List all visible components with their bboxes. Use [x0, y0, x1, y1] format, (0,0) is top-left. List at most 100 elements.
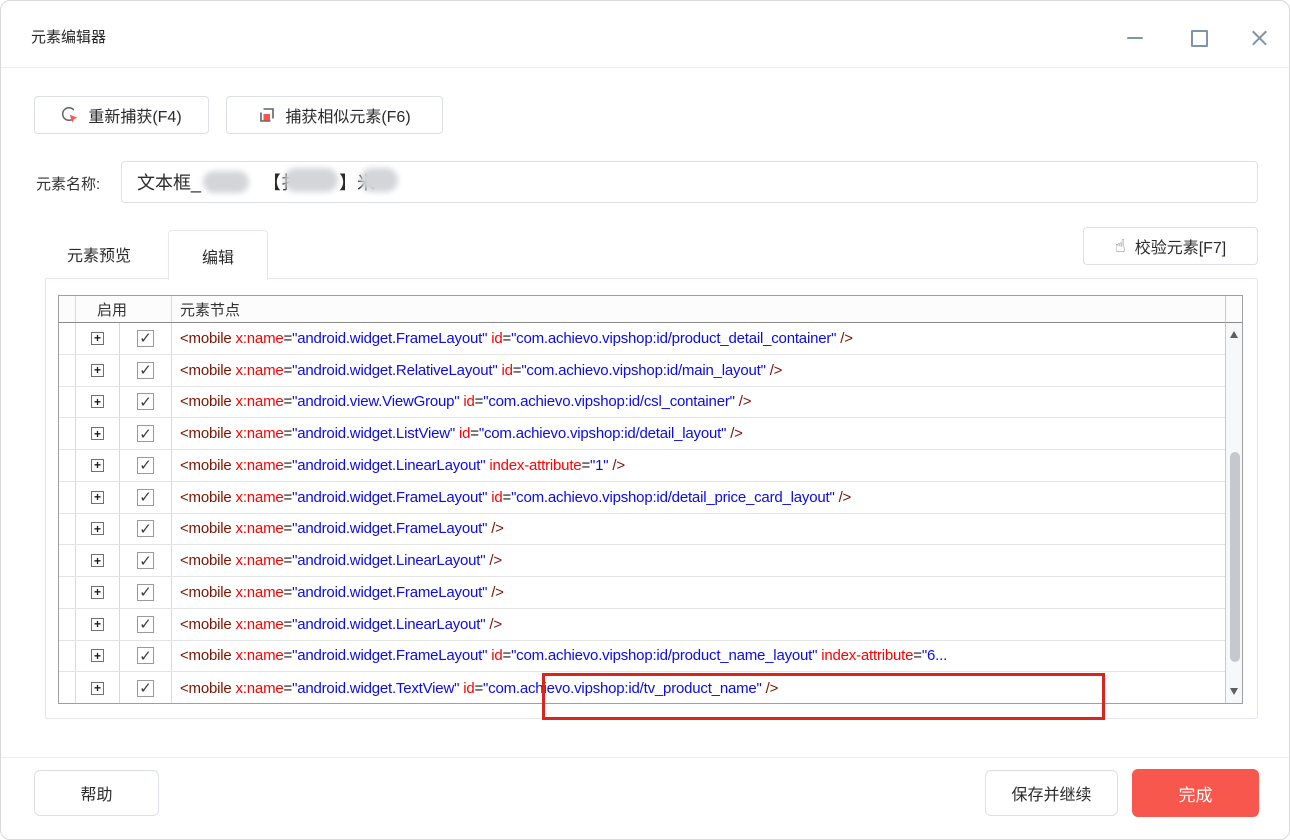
row-indent-cell	[59, 608, 76, 640]
enable-checkbox[interactable]: ✓	[137, 552, 154, 570]
scroll-down-icon[interactable]	[1230, 688, 1238, 695]
help-button[interactable]: 帮助	[34, 770, 159, 816]
table-body: + ✓ <mobile x:name="android.widget.FrameLa…	[59, 323, 1225, 703]
expand-toggle-icon[interactable]: +	[91, 363, 104, 377]
enable-checkbox[interactable]: ✓	[137, 361, 154, 379]
table-row[interactable]: + ✓ <mobile x:name="android.widget.FrameLa…	[59, 513, 1225, 546]
table-row[interactable]: + ✓ <mobile x:name="android.view.ViewGroup…	[59, 386, 1225, 419]
enable-cell: ✓	[120, 450, 172, 481]
name-spacer	[251, 182, 263, 183]
verify-element-button[interactable]: ☝ 校验元素[F7]	[1083, 227, 1258, 265]
vertical-scrollbar[interactable]	[1225, 296, 1242, 703]
enable-checkbox[interactable]: ✓	[137, 393, 154, 411]
overlap-squares-icon	[260, 108, 275, 122]
node-xml-cell[interactable]: <mobile x:name="android.widget.LinearLay…	[172, 616, 1225, 633]
row-indent-cell	[59, 672, 76, 703]
enable-checkbox[interactable]: ✓	[137, 615, 154, 633]
table-row[interactable]: + ✓ <mobile x:name="android.widget.FrameLa…	[59, 577, 1225, 609]
save-and-continue-button[interactable]: 保存并继续	[985, 770, 1118, 816]
tab-edit[interactable]: 编辑	[168, 230, 268, 280]
expand-toggle-icon[interactable]: +	[91, 490, 104, 504]
expand-cell: +	[76, 545, 120, 576]
titlebar-divider	[1, 67, 1289, 68]
minimize-button[interactable]	[1123, 26, 1147, 50]
enable-cell: ✓	[120, 354, 172, 386]
close-button[interactable]	[1247, 26, 1271, 50]
expand-toggle-icon[interactable]: +	[91, 585, 104, 599]
table-row[interactable]: + ✓ <mobile x:name="android.widget.LinearL…	[59, 545, 1225, 577]
maximize-icon	[1190, 29, 1208, 47]
node-xml-cell[interactable]: <mobile x:name="android.view.ViewGroup" …	[172, 393, 1225, 410]
row-indent-cell	[59, 577, 76, 608]
enable-cell: ✓	[120, 577, 172, 608]
expand-toggle-icon[interactable]: +	[91, 427, 104, 441]
finish-button[interactable]: 完成	[1132, 769, 1259, 817]
enable-checkbox[interactable]: ✓	[137, 520, 154, 538]
capture-similar-label: 捕获相似元素(F6)	[285, 109, 411, 126]
scrollbar-thumb[interactable]	[1229, 452, 1240, 662]
capture-similar-button[interactable]: 捕获相似元素(F6)	[226, 96, 443, 134]
expand-toggle-icon[interactable]: +	[91, 681, 104, 695]
expand-toggle-icon[interactable]: +	[91, 554, 104, 568]
redaction-blur	[203, 171, 250, 193]
footer-divider	[1, 757, 1289, 758]
table-row[interactable]: + ✓ <mobile x:name="android.widget.FrameLa…	[59, 323, 1225, 355]
node-xml-cell[interactable]: <mobile x:name="android.widget.ListView"…	[172, 425, 1225, 442]
enable-checkbox[interactable]: ✓	[137, 583, 154, 601]
expand-cell: +	[76, 577, 120, 608]
expand-cell: +	[76, 513, 120, 545]
table-row[interactable]: + ✓ <mobile x:name="android.widget.LinearL…	[59, 450, 1225, 482]
expand-toggle-icon[interactable]: +	[91, 458, 104, 472]
header-enable: 启用	[76, 296, 172, 322]
node-xml-cell[interactable]: <mobile x:name="android.widget.FrameLayo…	[172, 520, 1225, 537]
row-indent-cell	[59, 386, 76, 418]
tab-element-preview[interactable]: 元素预览	[51, 231, 147, 277]
enable-checkbox[interactable]: ✓	[137, 679, 154, 697]
enable-cell: ✓	[120, 386, 172, 418]
verify-element-label: 校验元素[F7]	[1134, 240, 1227, 257]
enable-cell: ✓	[120, 545, 172, 576]
enable-cell: ✓	[120, 672, 172, 703]
expand-cell: +	[76, 481, 120, 513]
element-name-input[interactable]: 文本框_ 【扌】米	[121, 161, 1258, 203]
enable-checkbox[interactable]: ✓	[137, 488, 154, 506]
enable-cell: ✓	[120, 640, 172, 672]
enable-cell: ✓	[120, 418, 172, 449]
node-xml-cell[interactable]: <mobile x:name="android.widget.FrameLayo…	[172, 489, 1225, 506]
enable-checkbox[interactable]: ✓	[137, 329, 154, 347]
element-name-label: 元素名称:	[36, 176, 101, 193]
scrollbar-track[interactable]	[1225, 323, 1242, 703]
dialog-title: 元素编辑器	[31, 29, 107, 46]
node-xml-cell[interactable]: <mobile x:name="android.widget.FrameLayo…	[172, 584, 1225, 601]
node-xml-cell[interactable]: <mobile x:name="android.widget.LinearLay…	[172, 552, 1225, 569]
enable-checkbox[interactable]: ✓	[137, 456, 154, 474]
expand-toggle-icon[interactable]: +	[91, 617, 104, 631]
scroll-up-icon[interactable]	[1230, 331, 1238, 338]
expand-toggle-icon[interactable]: +	[91, 649, 104, 663]
node-xml-cell[interactable]: <mobile x:name="android.widget.TextView"…	[172, 680, 1225, 697]
expand-toggle-icon[interactable]: +	[91, 395, 104, 409]
table-row[interactable]: + ✓ <mobile x:name="android.widget.FrameLa…	[59, 481, 1225, 514]
node-xml-cell[interactable]: <mobile x:name="android.widget.FrameLayo…	[172, 330, 1225, 347]
element-node-table: 启用 元素节点 + ✓ <mobile x:name="android.widget…	[58, 295, 1243, 704]
node-xml-cell[interactable]: <mobile x:name="android.widget.FrameLayo…	[172, 647, 1225, 664]
enable-checkbox[interactable]: ✓	[137, 425, 154, 443]
expand-toggle-icon[interactable]: +	[91, 331, 104, 345]
maximize-button[interactable]	[1187, 26, 1211, 50]
expand-cell: +	[76, 386, 120, 418]
row-indent-cell	[59, 323, 76, 354]
enable-cell: ✓	[120, 481, 172, 513]
radar-capture-icon	[62, 106, 78, 123]
table-row[interactable]: + ✓ <mobile x:name="android.widget.TextVie…	[59, 672, 1225, 703]
node-xml-cell[interactable]: <mobile x:name="android.widget.RelativeL…	[172, 362, 1225, 379]
node-xml-cell[interactable]: <mobile x:name="android.widget.LinearLay…	[172, 457, 1225, 474]
table-row[interactable]: + ✓ <mobile x:name="android.widget.FrameLa…	[59, 640, 1225, 673]
enable-cell: ✓	[120, 513, 172, 545]
expand-cell: +	[76, 323, 120, 354]
table-row[interactable]: + ✓ <mobile x:name="android.widget.LinearL…	[59, 608, 1225, 641]
recapture-button[interactable]: 重新捕获(F4)	[34, 96, 209, 134]
expand-toggle-icon[interactable]: +	[91, 522, 104, 536]
table-row[interactable]: + ✓ <mobile x:name="android.widget.Relativ…	[59, 354, 1225, 387]
table-row[interactable]: + ✓ <mobile x:name="android.widget.ListVie…	[59, 418, 1225, 450]
enable-checkbox[interactable]: ✓	[137, 647, 154, 665]
